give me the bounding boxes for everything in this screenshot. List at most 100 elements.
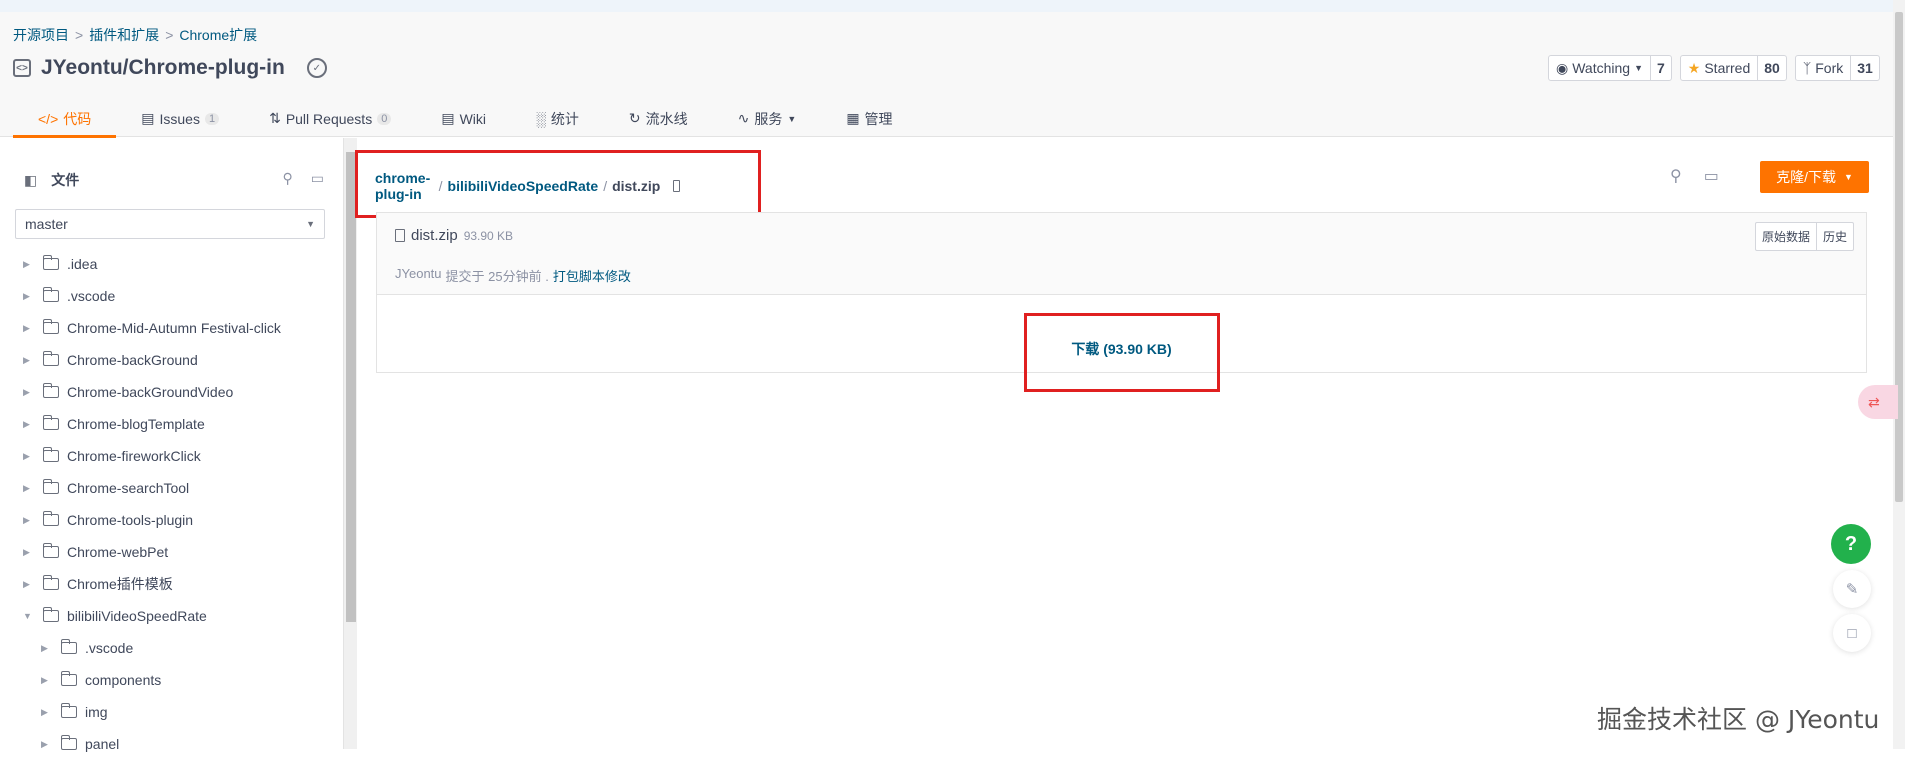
- tree-item-label: Chrome-backGroundVideo: [67, 384, 234, 400]
- tree-item[interactable]: ▶ Chrome-Mid-Autumn Festival-click: [0, 312, 340, 344]
- tab-issues[interactable]: ▤ Issues 1: [116, 100, 244, 137]
- tree-item-label: Chrome-fireworkClick: [67, 448, 201, 464]
- folder-icon: [42, 607, 59, 622]
- folder-icon: [60, 703, 77, 718]
- collapse-sidebar-icon[interactable]: ◧: [24, 172, 37, 189]
- repo-header: 开源项目 > 插件和扩展 > Chrome扩展 <> JYeontu/Chrom…: [0, 12, 1893, 138]
- recommend-badge-icon[interactable]: ✓: [306, 58, 327, 78]
- tab-pipeline[interactable]: ↻ 流水线: [604, 100, 713, 137]
- chat-icon[interactable]: □: [1833, 614, 1871, 652]
- translate-float-icon[interactable]: ⇄: [1858, 385, 1898, 419]
- caret-right-icon[interactable]: ▶: [23, 579, 33, 590]
- help-button[interactable]: ?: [1831, 524, 1871, 564]
- raw-button[interactable]: 原始数据: [1756, 223, 1817, 250]
- caret-right-icon[interactable]: ▶: [23, 355, 33, 366]
- file-panel-header: dist.zip 93.90 KB 原始数据 历史 JYeontu 提交于 25…: [377, 213, 1866, 295]
- stats-icon: ░: [536, 110, 546, 127]
- tab-pull-requests[interactable]: ⇅ Pull Requests 0: [244, 100, 416, 137]
- caret-right-icon[interactable]: ▶: [23, 387, 33, 398]
- monitor-icon[interactable]: ▭: [1704, 166, 1719, 186]
- history-button[interactable]: 历史: [1817, 223, 1853, 250]
- breadcrumb: 开源项目 > 插件和扩展 > Chrome扩展: [13, 25, 257, 45]
- fork-icon: ᛉ: [1802, 60, 1812, 76]
- branch-select[interactable]: master ▼: [15, 209, 325, 239]
- starred-count[interactable]: 80: [1758, 60, 1786, 76]
- caret-right-icon[interactable]: ▶: [41, 739, 51, 750]
- commit-message-link[interactable]: 打包脚本修改: [553, 266, 631, 285]
- watching-button[interactable]: ◉ Watching ▼ 7: [1548, 55, 1672, 81]
- breadcrumb-root[interactable]: 开源项目: [13, 25, 69, 45]
- tree-item[interactable]: ▶ components: [0, 664, 340, 696]
- fork-button[interactable]: ᛉ Fork 31: [1794, 55, 1880, 81]
- tab-code[interactable]: </> 代码: [13, 100, 117, 138]
- repo-title: <> JYeontu/Chrome-plug-in ✓: [13, 56, 327, 80]
- search-icon[interactable]: ⚲: [1670, 166, 1682, 186]
- caret-right-icon[interactable]: ▶: [23, 291, 33, 302]
- tree-item[interactable]: ▶ .vscode: [0, 280, 340, 312]
- issues-count: 1: [204, 112, 220, 125]
- tree-item[interactable]: ▶ .vscode: [0, 632, 340, 664]
- tree-item[interactable]: ▼ bilibiliVideoSpeedRate: [0, 600, 340, 632]
- tree-item[interactable]: ▶ Chrome插件模板: [0, 568, 340, 600]
- page-scrollbar[interactable]: [1893, 0, 1905, 749]
- breadcrumb-category[interactable]: 插件和扩展: [89, 25, 159, 45]
- tree-item[interactable]: ▶ Chrome-blogTemplate: [0, 408, 340, 440]
- tab-wiki[interactable]: ▤ Wiki: [416, 100, 511, 137]
- caret-right-icon[interactable]: ▶: [23, 515, 33, 526]
- breadcrumb-separator: >: [75, 27, 84, 43]
- caret-right-icon[interactable]: ▶: [23, 323, 33, 334]
- file-size: 93.90 KB: [463, 228, 514, 243]
- tab-services[interactable]: ∿ 服务 ▼: [713, 100, 822, 137]
- tree-item[interactable]: ▶ Chrome-searchTool: [0, 472, 340, 504]
- caret-right-icon[interactable]: ▶: [41, 675, 51, 686]
- tab-stats[interactable]: ░ 统计: [511, 100, 604, 137]
- caret-right-icon[interactable]: ▶: [41, 707, 51, 718]
- tree-item[interactable]: ▶ Chrome-tools-plugin: [0, 504, 340, 536]
- tree-item[interactable]: ▶ Chrome-webPet: [0, 536, 340, 568]
- caret-right-icon[interactable]: ▶: [41, 643, 51, 654]
- caret-right-icon[interactable]: ▶: [23, 547, 33, 558]
- folder-icon: [42, 447, 59, 462]
- tree-item-label: Chrome插件模板: [67, 576, 173, 592]
- watching-count[interactable]: 7: [1651, 60, 1671, 76]
- caret-right-icon[interactable]: ▶: [23, 419, 33, 430]
- manage-icon: ▦: [846, 110, 860, 126]
- search-icon[interactable]: ⚲: [283, 170, 293, 187]
- tree-item-label: Chrome-searchTool: [67, 480, 190, 496]
- breadcrumb-sub[interactable]: Chrome扩展: [179, 25, 257, 45]
- fork-count[interactable]: 31: [1851, 60, 1879, 76]
- caret-down-icon: ▼: [1634, 63, 1643, 73]
- tree-item[interactable]: ▶ Chrome-fireworkClick: [0, 440, 340, 472]
- sidebar-scrollbar-thumb[interactable]: [346, 152, 356, 622]
- clone-download-button[interactable]: 克隆/下载 ▼: [1760, 161, 1869, 193]
- code-icon: </>: [38, 110, 59, 127]
- sidebar-scrollbar[interactable]: [343, 138, 357, 749]
- repo-name[interactable]: JYeontu/Chrome-plug-in: [41, 56, 285, 80]
- pipeline-icon: ↻: [628, 110, 641, 126]
- caret-right-icon[interactable]: ▶: [23, 483, 33, 494]
- tree-item[interactable]: ▶ .idea: [0, 248, 340, 280]
- tree-item[interactable]: ▶ Chrome-backGroundVideo: [0, 376, 340, 408]
- folder-icon: [42, 575, 59, 590]
- tree-item[interactable]: ▶ Chrome-backGround: [0, 344, 340, 376]
- eye-icon: ◉: [1556, 59, 1569, 76]
- tree-item-label: bilibiliVideoSpeedRate: [67, 608, 207, 624]
- monitor-icon[interactable]: ▭: [311, 170, 324, 187]
- folder-icon: [42, 479, 59, 494]
- tab-manage[interactable]: ▦ 管理: [821, 100, 917, 137]
- tree-item[interactable]: ▶ img: [0, 696, 340, 728]
- starred-button[interactable]: ★ Starred 80: [1679, 55, 1787, 81]
- caret-down-icon: ▼: [787, 113, 797, 124]
- page-scrollbar-thumb[interactable]: [1895, 12, 1903, 502]
- folder-icon: [42, 543, 59, 558]
- commit-author[interactable]: JYeontu: [395, 266, 442, 285]
- tree-item-label: img: [85, 704, 108, 720]
- folder-icon: [42, 255, 59, 270]
- tree-item[interactable]: ▶ panel: [0, 728, 340, 760]
- top-strip: [0, 0, 1905, 12]
- caret-down-icon[interactable]: ▼: [23, 611, 33, 621]
- caret-right-icon[interactable]: ▶: [23, 451, 33, 462]
- edit-feedback-icon[interactable]: ✎: [1833, 570, 1871, 608]
- caret-right-icon[interactable]: ▶: [23, 259, 33, 270]
- file-title: dist.zip 93.90 KB: [395, 227, 513, 244]
